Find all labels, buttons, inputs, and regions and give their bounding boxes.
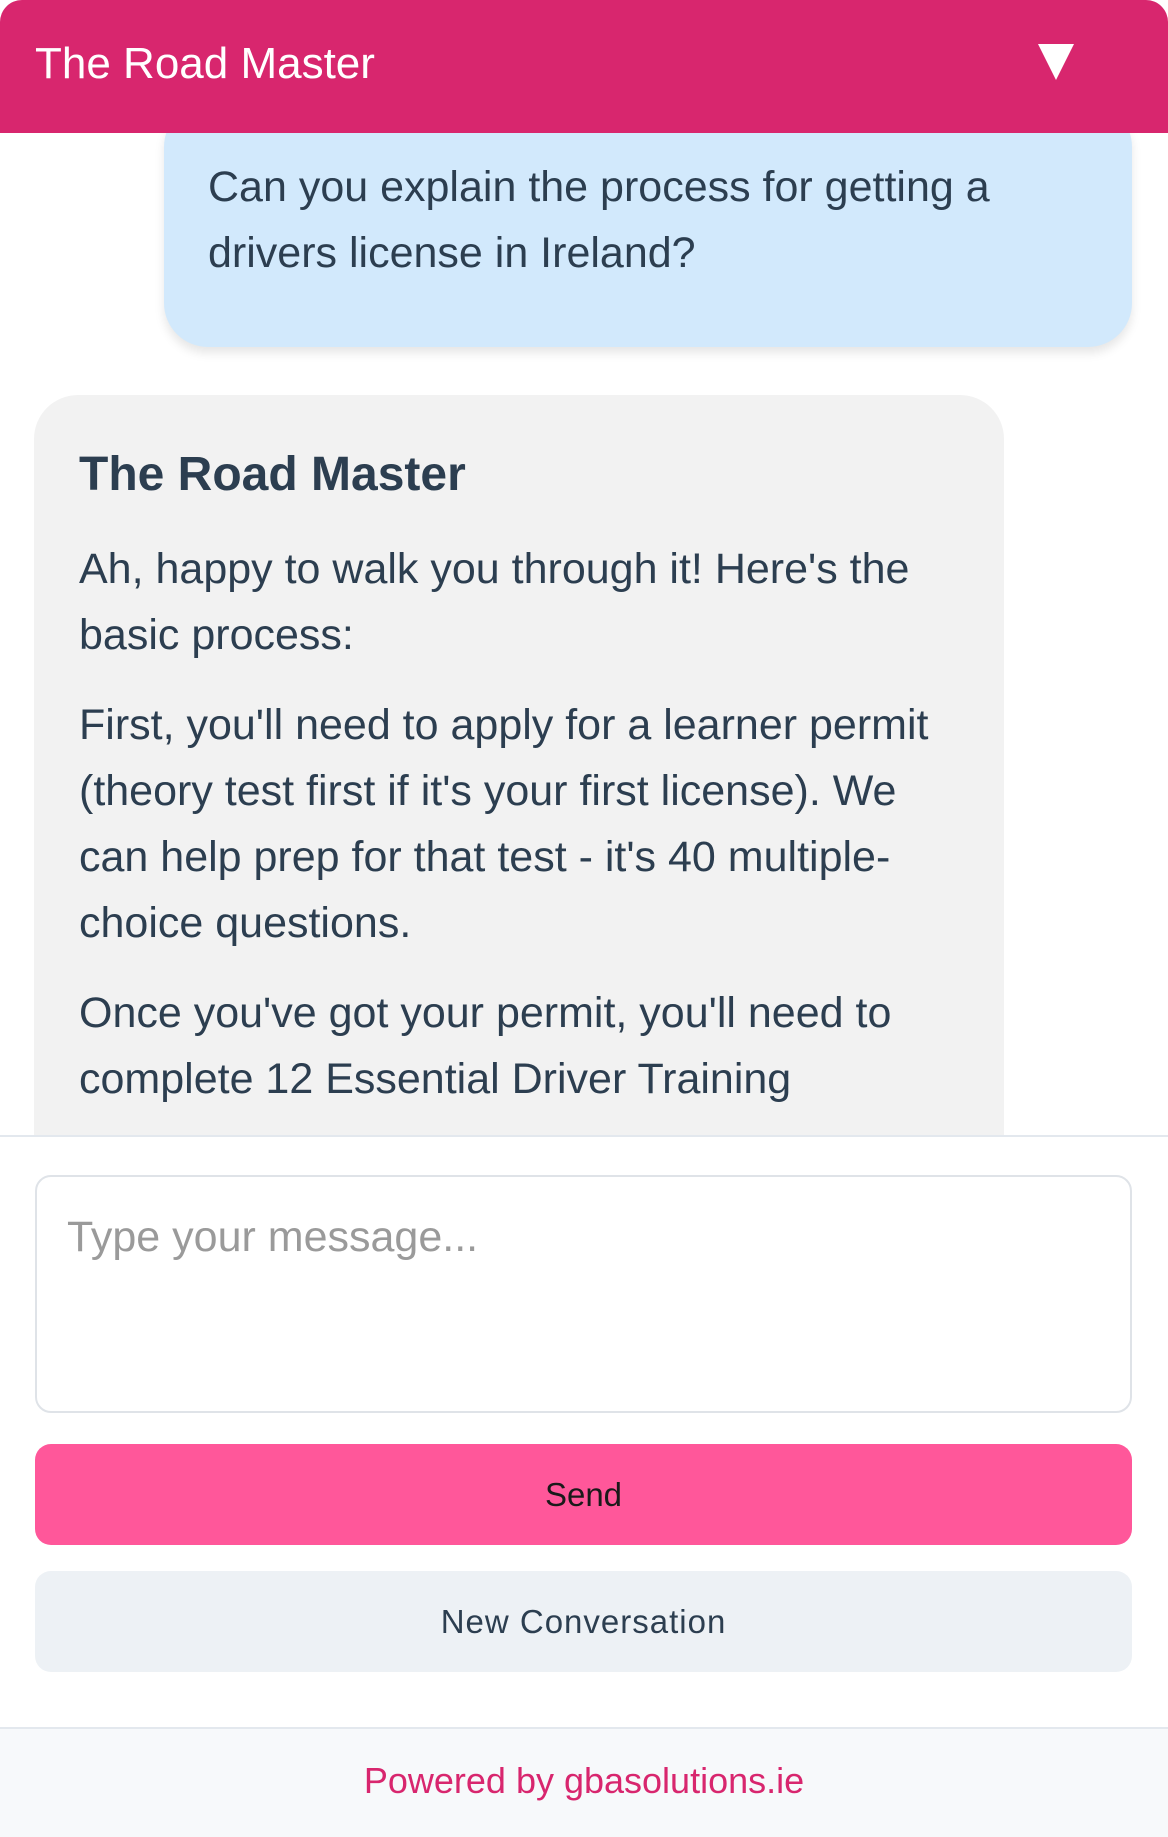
header-title: The Road Master xyxy=(35,39,375,88)
send-button[interactable]: Send xyxy=(35,1444,1132,1545)
new-conversation-button[interactable]: New Conversation xyxy=(35,1571,1132,1672)
footer: Powered by gbasolutions.ie xyxy=(0,1727,1168,1837)
bot-sender-name: The Road Master xyxy=(79,448,466,501)
triangle-down-icon[interactable] xyxy=(1038,44,1074,80)
composer-area: Send New Conversation xyxy=(0,1135,1168,1729)
bot-message-body: Ah, happy to walk you through it! Here's… xyxy=(79,536,969,1135)
user-message-text: Can you explain the process for getting … xyxy=(208,163,990,277)
user-message-bubble: Can you explain the process for getting … xyxy=(164,133,1132,347)
powered-by-link[interactable]: Powered by gbasolutions.ie xyxy=(364,1759,804,1803)
chat-header: The Road Master xyxy=(0,0,1168,133)
bot-paragraph: Ah, happy to walk you through it! Here's… xyxy=(79,545,910,659)
bot-message-bubble: The Road Master Ah, happy to walk you th… xyxy=(34,395,1004,1135)
bot-paragraph: Once you've got your permit, you'll need… xyxy=(79,989,892,1103)
bot-paragraph: First, you'll need to apply for a learne… xyxy=(79,701,929,947)
message-list[interactable]: Can you explain the process for getting … xyxy=(0,133,1168,1135)
message-input[interactable] xyxy=(35,1175,1132,1413)
